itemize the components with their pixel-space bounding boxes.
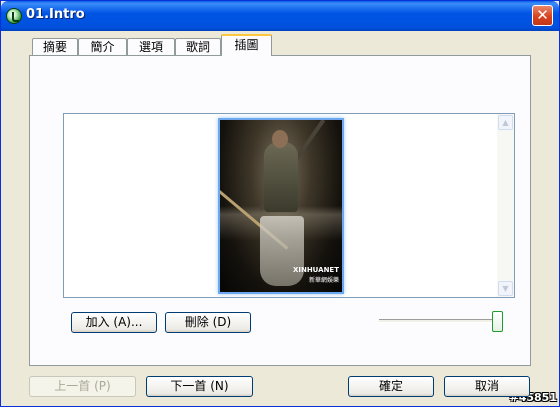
tab-summary[interactable]: 摘要 bbox=[32, 38, 78, 56]
artwork-size-slider-thumb[interactable] bbox=[492, 311, 503, 332]
scroll-down-arrow-icon[interactable]: ▼ bbox=[498, 281, 513, 296]
artwork-list[interactable]: XINHUANET 新華網娛樂 ▲ ▼ bbox=[63, 113, 515, 298]
tab-info[interactable]: 簡介 bbox=[78, 38, 127, 56]
artwork-figure bbox=[264, 142, 298, 212]
tab-lyrics[interactable]: 歌詞 bbox=[175, 38, 221, 56]
add-artwork-button[interactable]: 加入 (A)... bbox=[71, 312, 157, 333]
next-track-button[interactable]: 下一首 (N) bbox=[146, 376, 253, 397]
artwork-size-slider[interactable] bbox=[379, 319, 499, 323]
delete-artwork-button[interactable]: 刪除 (D) bbox=[165, 312, 251, 333]
window-title: 01.Intro bbox=[26, 7, 85, 22]
close-button[interactable]: ✕ bbox=[532, 5, 553, 26]
title-bar[interactable]: 01.Intro ✕ bbox=[1, 1, 559, 31]
cancel-button[interactable]: 取消 bbox=[444, 376, 530, 397]
tab-options[interactable]: 選項 bbox=[127, 38, 175, 56]
ok-button[interactable]: 確定 bbox=[348, 376, 434, 397]
tab-artwork[interactable]: 插圖 bbox=[221, 34, 272, 56]
artwork-reflection bbox=[260, 216, 304, 286]
itunes-app-icon bbox=[6, 8, 22, 24]
artwork-figure-head bbox=[272, 130, 288, 148]
itunes-info-window: 01.Intro ✕ 摘要 簡介 選項 歌詞 插圖 XINHUANET 新華網娛… bbox=[0, 0, 560, 407]
scroll-up-arrow-icon[interactable]: ▲ bbox=[498, 115, 513, 130]
vertical-scrollbar[interactable]: ▲ ▼ bbox=[497, 114, 514, 297]
artwork-caption-line1: XINHUANET bbox=[292, 266, 339, 274]
previous-track-button[interactable]: 上一首 (P) bbox=[29, 376, 136, 397]
album-artwork-image[interactable]: XINHUANET 新華網娛樂 bbox=[218, 118, 344, 294]
artwork-caption-line2: 新華網娛樂 bbox=[308, 277, 339, 284]
